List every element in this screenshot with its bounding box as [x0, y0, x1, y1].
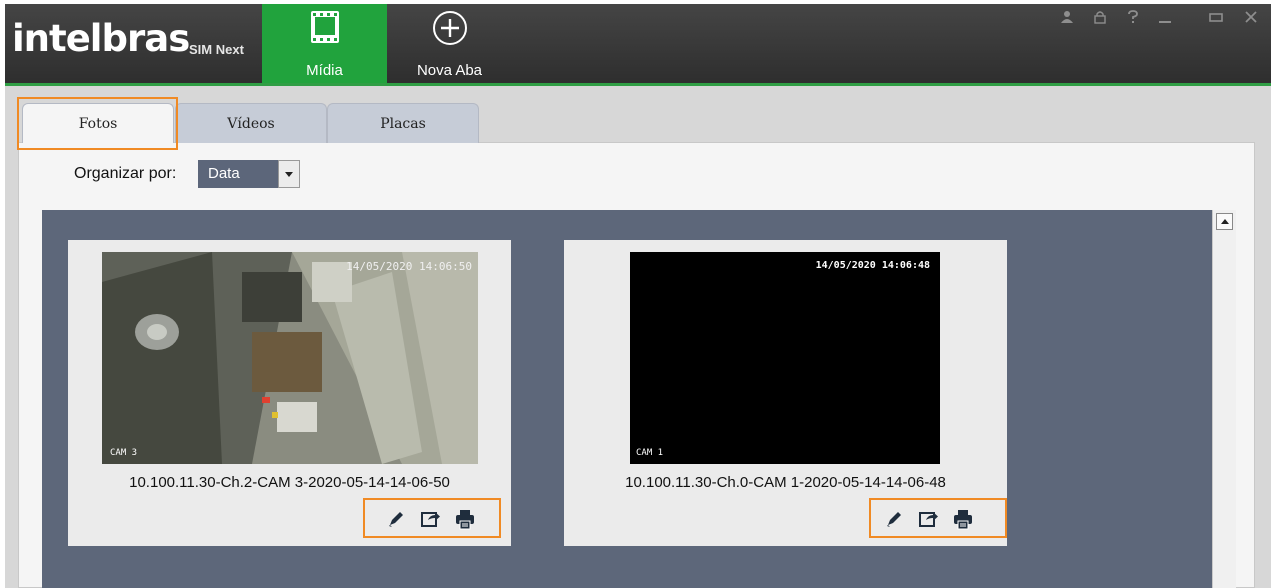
- tab-midia[interactable]: Mídia: [262, 4, 387, 83]
- product-name: SIM Next: [189, 42, 244, 57]
- scroll-up-button[interactable]: [1216, 213, 1233, 230]
- edit-icon[interactable]: [883, 508, 905, 530]
- photo-camera-overlay: CAM 1: [636, 448, 664, 458]
- tab-videos[interactable]: Vídeos: [175, 103, 327, 143]
- tab-nova-aba-label: Nova Aba: [416, 62, 483, 79]
- camera-snapshot-image: [102, 252, 478, 464]
- organize-select[interactable]: Data: [198, 160, 300, 188]
- print-icon[interactable]: [952, 508, 974, 530]
- tab-placas[interactable]: Placas: [327, 103, 479, 143]
- lock-icon[interactable]: [1093, 10, 1107, 24]
- organize-select-value: Data: [208, 165, 240, 182]
- photo-thumbnail[interactable]: 14/05/2020 14:06:50 CAM 3: [102, 252, 478, 464]
- photo-thumbnail[interactable]: 14/05/2020 14:06:48 CAM 1: [630, 252, 940, 464]
- fotos-tab-highlight: [17, 97, 178, 150]
- photo-filename: 10.100.11.30-Ch.0-CAM 1-2020-05-14-14-06…: [625, 474, 946, 491]
- tab-nova-aba[interactable]: Nova Aba: [387, 4, 512, 83]
- gallery-scrollbar[interactable]: [1212, 210, 1236, 588]
- media-icon: [310, 11, 339, 43]
- photo-actions-highlight: [363, 498, 501, 538]
- app-logo: intelbras: [12, 17, 190, 60]
- add-tab-icon: [432, 11, 467, 45]
- minimize-icon[interactable]: [1158, 10, 1172, 24]
- tab-midia-label: Mídia: [306, 62, 343, 79]
- maximize-icon[interactable]: [1209, 10, 1223, 24]
- edit-icon[interactable]: [385, 508, 407, 530]
- photo-card[interactable]: 14/05/2020 14:06:50 CAM 3 10.100.11.30-C…: [68, 240, 511, 546]
- organize-label: Organizar por:: [74, 165, 177, 182]
- export-icon[interactable]: [917, 508, 939, 530]
- photo-filename: 10.100.11.30-Ch.2-CAM 3-2020-05-14-14-06…: [129, 474, 450, 491]
- photo-card[interactable]: 14/05/2020 14:06:48 CAM 1 10.100.11.30-C…: [564, 240, 1007, 546]
- print-icon[interactable]: [454, 508, 476, 530]
- export-icon[interactable]: [419, 508, 441, 530]
- help-icon[interactable]: [1127, 10, 1139, 24]
- photo-actions-highlight: [869, 498, 1007, 538]
- chevron-down-icon[interactable]: [278, 160, 300, 188]
- close-icon[interactable]: [1244, 10, 1258, 24]
- photo-timestamp-overlay: 14/05/2020 14:06:50: [346, 260, 472, 273]
- photo-camera-overlay: CAM 3: [110, 448, 138, 458]
- photo-timestamp-overlay: 14/05/2020 14:06:48: [815, 260, 930, 271]
- user-icon[interactable]: [1060, 10, 1074, 24]
